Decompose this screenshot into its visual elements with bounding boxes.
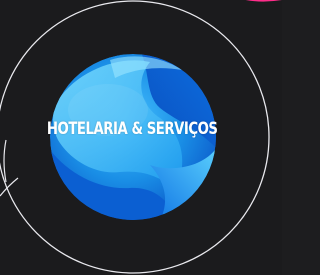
brand-title: HOTELARIA & SERVIÇOS	[46, 119, 218, 139]
logo-canvas: HOTELARIA & SERVIÇOS	[0, 0, 282, 275]
